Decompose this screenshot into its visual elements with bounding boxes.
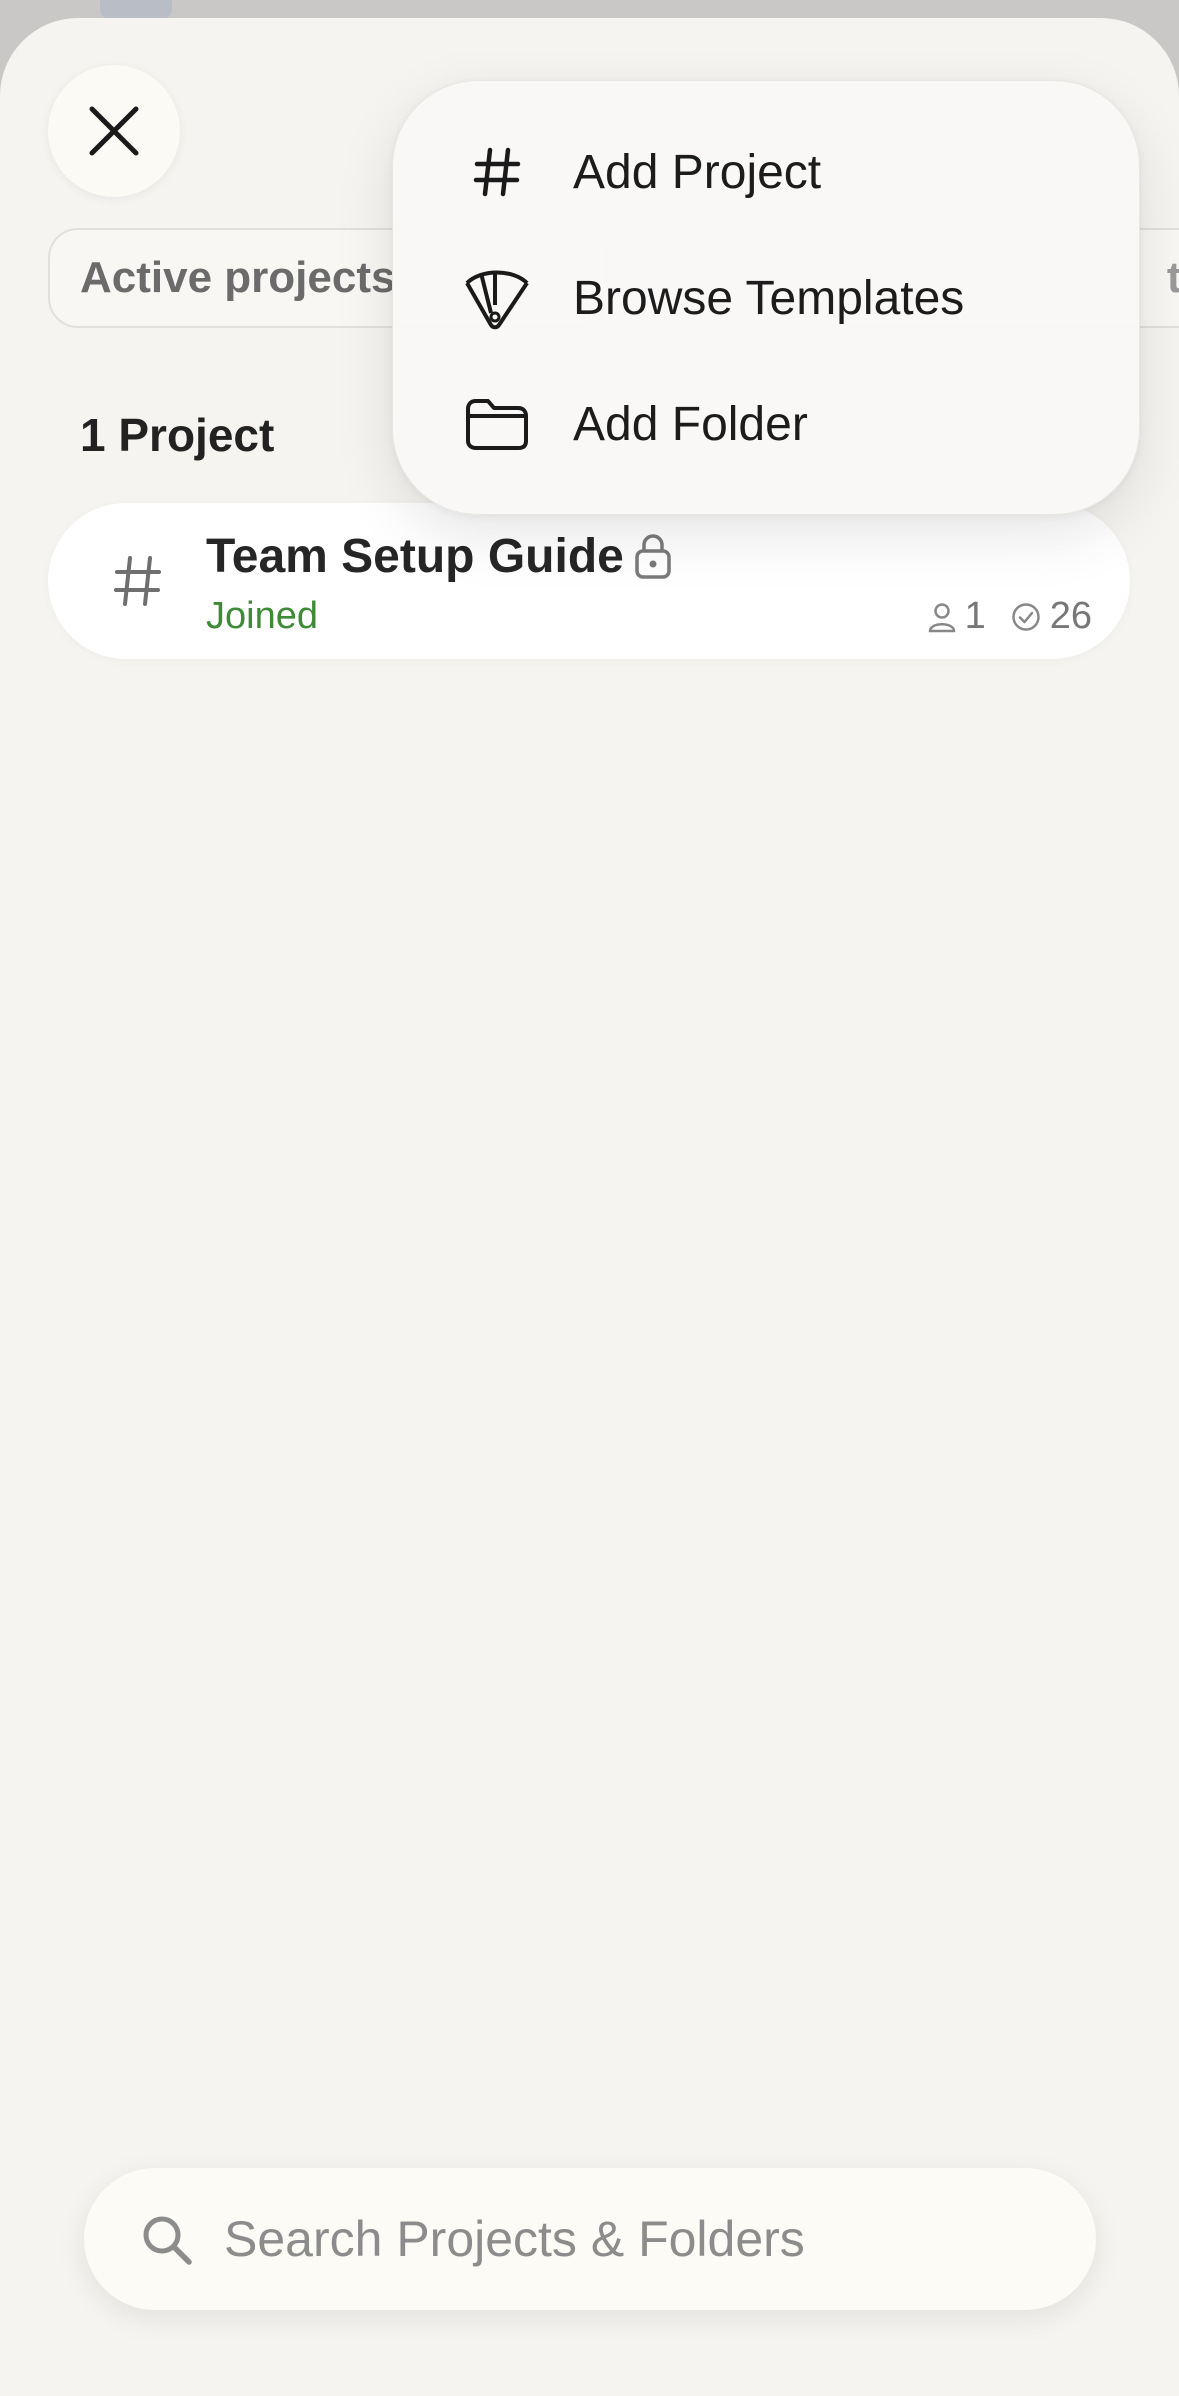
hash-icon	[103, 541, 173, 621]
project-name: Team Setup Guide	[206, 530, 624, 583]
person-icon	[928, 602, 955, 632]
close-icon	[89, 106, 139, 156]
member-count: 1	[964, 595, 986, 637]
folder-icon	[461, 388, 533, 460]
section-title: 1 Project	[80, 409, 275, 461]
search-bar[interactable]	[84, 2168, 1096, 2310]
search-icon	[143, 2216, 192, 2265]
background-app-sliver	[100, 0, 172, 18]
project-status: Joined	[206, 595, 318, 637]
task-check-icon	[1011, 602, 1040, 631]
menu-item-label: Add Folder	[573, 397, 808, 451]
menu-item-add-project[interactable]: Add Project	[393, 109, 1141, 235]
lock-icon	[635, 534, 671, 579]
filter-chip-label-secondary: t j	[1166, 253, 1179, 302]
menu-item-browse-templates[interactable]: Browse Templates	[393, 235, 1141, 361]
add-menu-popover: Add Project Browse Templates Add Folder	[392, 80, 1140, 515]
project-meta: 1 26	[903, 595, 1092, 638]
project-row[interactable]: Team Setup Guide Joined 1 26	[48, 503, 1130, 659]
close-button[interactable]	[48, 65, 180, 197]
menu-item-label: Add Project	[573, 145, 822, 199]
projects-sheet: Active projects t j 1 Project Team Setup…	[0, 18, 1179, 2396]
task-count: 26	[1049, 595, 1092, 637]
templates-icon	[461, 262, 533, 334]
hash-icon	[461, 136, 533, 208]
menu-item-add-folder[interactable]: Add Folder	[393, 361, 1141, 487]
search-input[interactable]	[224, 2168, 1064, 2310]
menu-item-label: Browse Templates	[573, 271, 965, 325]
filter-chip-label: Active projects	[80, 253, 396, 302]
